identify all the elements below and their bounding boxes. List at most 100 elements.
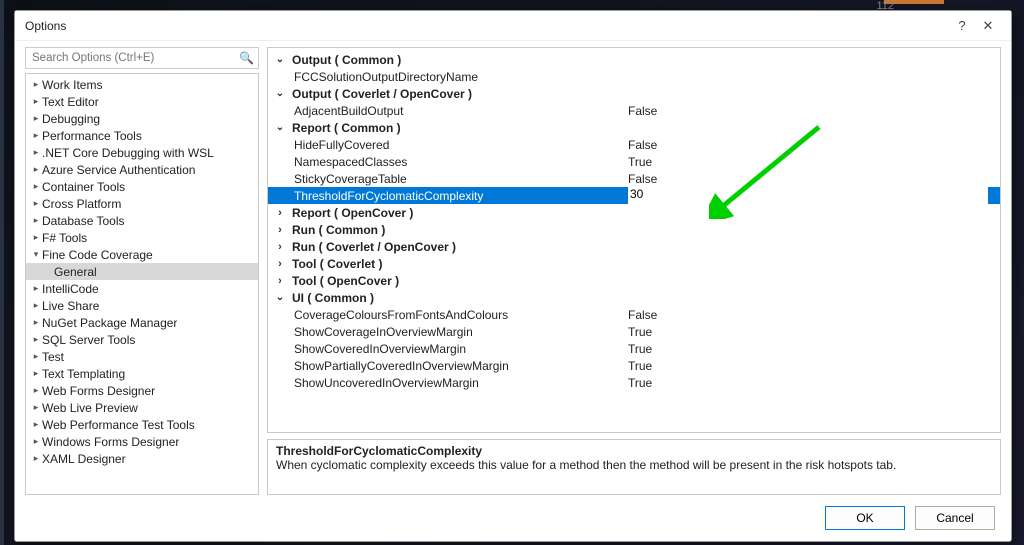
chevron-right-icon — [30, 198, 42, 209]
tree-item[interactable]: Fine Code Coverage — [26, 246, 258, 263]
property-group[interactable]: Run ( Common ) — [268, 221, 1000, 238]
property-value: True — [628, 325, 652, 339]
property-row[interactable]: HideFullyCoveredFalse — [268, 136, 1000, 153]
tree-item-label: Text Editor — [42, 95, 99, 109]
chevron-right-icon — [268, 275, 292, 287]
tree-item[interactable]: SQL Server Tools — [26, 331, 258, 348]
tree-item[interactable]: XAML Designer — [26, 450, 258, 467]
chevron-right-icon — [30, 96, 42, 107]
property-value: True — [628, 155, 652, 169]
tree-item[interactable]: Performance Tools — [26, 127, 258, 144]
property-group-label: Run ( Coverlet / OpenCover ) — [292, 240, 456, 254]
property-group[interactable]: Output ( Common ) — [268, 51, 1000, 68]
property-value: False — [628, 138, 657, 152]
property-group-label: Report ( Common ) — [292, 121, 401, 135]
property-grid[interactable]: Output ( Common )FCCSolutionOutputDirect… — [267, 47, 1001, 433]
tree-child-item[interactable]: General — [26, 263, 258, 280]
description-title: ThresholdForCyclomaticComplexity — [276, 444, 992, 458]
ok-button[interactable]: OK — [825, 506, 905, 530]
property-group-label: Output ( Common ) — [292, 53, 401, 67]
chevron-down-icon — [268, 122, 292, 133]
chevron-right-icon — [30, 436, 42, 447]
tree-item[interactable]: NuGet Package Manager — [26, 314, 258, 331]
tree-item-label: Performance Tools — [42, 129, 142, 143]
property-row[interactable]: AdjacentBuildOutputFalse — [268, 102, 1000, 119]
chevron-right-icon — [268, 241, 292, 253]
tree-item[interactable]: Live Share — [26, 297, 258, 314]
property-row[interactable]: StickyCoverageTableFalse — [268, 170, 1000, 187]
chevron-right-icon — [30, 181, 42, 192]
tree-item[interactable]: Text Templating — [26, 365, 258, 382]
chevron-right-icon — [30, 113, 42, 124]
tree-item[interactable]: Cross Platform — [26, 195, 258, 212]
property-group[interactable]: Report ( OpenCover ) — [268, 204, 1000, 221]
property-row[interactable]: ThresholdForCyclomaticComplexity30 — [268, 187, 1000, 204]
close-button[interactable]: ✕ — [975, 13, 1001, 39]
tree-item[interactable]: Work Items — [26, 76, 258, 93]
property-key: ShowCoveredInOverviewMargin — [268, 342, 628, 356]
property-row[interactable]: ShowPartiallyCoveredInOverviewMarginTrue — [268, 357, 1000, 374]
cancel-button[interactable]: Cancel — [915, 506, 995, 530]
search-icon: 🔍 — [239, 51, 254, 65]
chevron-down-icon — [30, 249, 42, 260]
property-key: HideFullyCovered — [268, 138, 628, 152]
property-group-label: Tool ( Coverlet ) — [292, 257, 382, 271]
chevron-right-icon — [30, 402, 42, 413]
property-key: StickyCoverageTable — [268, 172, 628, 186]
chevron-right-icon — [30, 283, 42, 294]
property-group[interactable]: UI ( Common ) — [268, 289, 1000, 306]
chevron-right-icon — [30, 147, 42, 158]
property-row[interactable]: FCCSolutionOutputDirectoryName — [268, 68, 1000, 85]
property-row[interactable]: ShowCoverageInOverviewMarginTrue — [268, 323, 1000, 340]
chevron-right-icon — [268, 207, 292, 219]
chevron-right-icon — [268, 224, 292, 236]
dialog-title: Options — [25, 19, 949, 33]
tree-item[interactable]: F# Tools — [26, 229, 258, 246]
tree-item-label: Live Share — [42, 299, 99, 313]
tree-item[interactable]: Web Performance Test Tools — [26, 416, 258, 433]
property-row[interactable]: ShowCoveredInOverviewMarginTrue — [268, 340, 1000, 357]
tree-item[interactable]: Text Editor — [26, 93, 258, 110]
tree-item[interactable]: .NET Core Debugging with WSL — [26, 144, 258, 161]
category-tree[interactable]: Work Items Text EditorDebugging Performanc… — [25, 73, 259, 495]
property-key: ShowPartiallyCoveredInOverviewMargin — [268, 359, 628, 373]
tree-item-label: Windows Forms Designer — [42, 435, 179, 449]
tree-item[interactable]: Debugging — [26, 110, 258, 127]
property-value: False — [628, 172, 657, 186]
help-button[interactable]: ? — [949, 13, 975, 39]
search-input[interactable] — [25, 47, 259, 69]
tree-item[interactable]: Azure Service Authentication — [26, 161, 258, 178]
property-row[interactable]: ShowUncoveredInOverviewMarginTrue — [268, 374, 1000, 391]
dialog-footer: OK Cancel — [15, 495, 1011, 541]
property-value: False — [628, 308, 657, 322]
tree-item[interactable]: Database Tools — [26, 212, 258, 229]
chevron-right-icon — [30, 334, 42, 345]
property-row[interactable]: CoverageColoursFromFontsAndColoursFalse — [268, 306, 1000, 323]
tree-item[interactable]: Web Live Preview — [26, 399, 258, 416]
property-group[interactable]: Run ( Coverlet / OpenCover ) — [268, 238, 1000, 255]
property-key: CoverageColoursFromFontsAndColours — [268, 308, 628, 322]
tree-item[interactable]: IntelliCode — [26, 280, 258, 297]
property-group[interactable]: Output ( Coverlet / OpenCover ) — [268, 85, 1000, 102]
property-group[interactable]: Tool ( Coverlet ) — [268, 255, 1000, 272]
property-group[interactable]: Report ( Common ) — [268, 119, 1000, 136]
tree-item-label: F# Tools — [42, 231, 87, 245]
tree-item[interactable]: Web Forms Designer — [26, 382, 258, 399]
property-group-label: Output ( Coverlet / OpenCover ) — [292, 87, 472, 101]
chevron-right-icon — [30, 130, 42, 141]
property-value[interactable]: 30 — [628, 187, 988, 204]
chevron-right-icon — [30, 453, 42, 464]
tree-item[interactable]: Windows Forms Designer — [26, 433, 258, 450]
property-group-label: UI ( Common ) — [292, 291, 374, 305]
tree-item[interactable]: Test — [26, 348, 258, 365]
options-dialog: Options ? ✕ 🔍 Work Items Text EditorDebug… — [14, 10, 1012, 542]
tree-item-label: Azure Service Authentication — [42, 163, 195, 177]
chevron-right-icon — [30, 164, 42, 175]
tree-item[interactable]: Container Tools — [26, 178, 258, 195]
property-key: ThresholdForCyclomaticComplexity — [268, 189, 628, 203]
property-row[interactable]: NamespacedClassesTrue — [268, 153, 1000, 170]
tree-item-label: Web Performance Test Tools — [42, 418, 195, 432]
property-group[interactable]: Tool ( OpenCover ) — [268, 272, 1000, 289]
tree-item-label: Web Forms Designer — [42, 384, 155, 398]
description-box: ThresholdForCyclomaticComplexity When cy… — [267, 439, 1001, 495]
